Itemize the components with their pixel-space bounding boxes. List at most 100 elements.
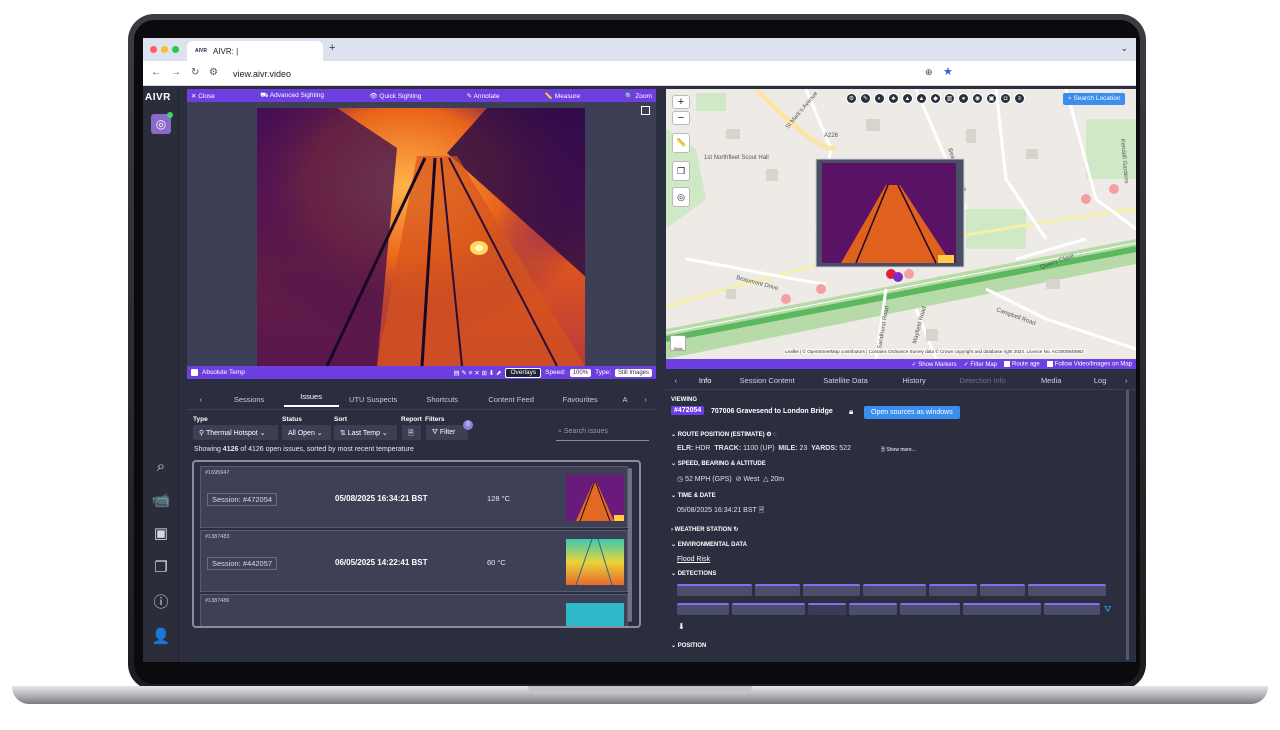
issues-scrollbar[interactable] [628, 468, 632, 622]
detection-chip[interactable] [980, 584, 1025, 596]
map-camera-icon[interactable]: ◘ [1000, 93, 1011, 104]
map-alert-icon[interactable]: ▲ [916, 93, 927, 104]
advanced-sighting-button[interactable]: ⛟ Advanced Sighting [260, 91, 324, 100]
filter-button[interactable]: ⛛ Filter [426, 425, 468, 440]
tab-shortcuts[interactable]: Shortcuts [408, 395, 477, 404]
zoom-icon[interactable]: ⊕ [925, 67, 933, 78]
maximize-window-dot[interactable] [172, 46, 179, 53]
detection-chip[interactable] [1028, 584, 1106, 596]
detection-chip[interactable] [900, 603, 960, 615]
issue-thumbnail[interactable] [566, 475, 624, 521]
speed-select[interactable]: 100% [569, 368, 592, 377]
overlays-button[interactable]: Overlays [505, 367, 542, 378]
tab-menu-button[interactable]: ⌄ [1120, 43, 1128, 54]
tab-media[interactable]: Media [1019, 376, 1084, 385]
issue-session[interactable]: Session: #472054 [207, 493, 278, 506]
issue-session[interactable]: Session: #442057 [207, 557, 278, 570]
environment-heading[interactable]: ⌄ ENVIRONMENTAL DATA [671, 541, 747, 548]
tab-issues[interactable]: Issues [283, 392, 339, 407]
quick-sighting-button[interactable]: 👁 Quick Sighting [369, 92, 421, 100]
detection-chip[interactable] [929, 584, 977, 596]
zoom-button[interactable]: 🔍 Zoom [625, 92, 652, 100]
issue-card[interactable]: #1695947 Session: #472054 05/08/2025 16:… [200, 466, 628, 528]
tab-more[interactable]: A [615, 395, 636, 404]
show-markers-toggle[interactable]: ✓ Show Markers [912, 361, 957, 368]
issue-card[interactable]: #1387483 Session: #442057 06/05/2025 14:… [200, 530, 628, 592]
search-icon[interactable]: ⌕ [151, 457, 171, 477]
map-bulb-icon[interactable]: ◐ [874, 93, 885, 104]
site-settings-icon[interactable]: ⚙ [209, 67, 218, 78]
detection-chip[interactable] [863, 584, 926, 596]
map[interactable]: St Mark's Avenue A226 Beaumont Drive Qua… [666, 89, 1136, 359]
bookmark-star-icon[interactable]: ★ [943, 65, 953, 78]
type-select[interactable]: Still Images [614, 368, 652, 377]
detection-chip[interactable] [755, 584, 800, 596]
user-icon[interactable]: 👤 [151, 627, 171, 647]
new-tab-button[interactable]: + [329, 42, 335, 54]
lock-icon[interactable]: 🔒︎ [849, 407, 853, 417]
camera-icon[interactable]: 📹 [151, 491, 171, 511]
map-bridge-icon[interactable]: ▥ [944, 93, 955, 104]
session-tag[interactable]: #472054 [671, 406, 705, 415]
detections-heading[interactable]: ⌄ DETECTIONS [671, 570, 716, 577]
type-filter-select[interactable]: ⚲ Thermal Hotspot ⌄ [193, 425, 278, 440]
tab-detection-info[interactable]: Detection Info [947, 376, 1019, 385]
layers-icon[interactable]: ❐ [672, 161, 690, 181]
osm-badge[interactable]: Stats [670, 335, 686, 351]
filter-map-toggle[interactable]: ✓ Filter Map [964, 361, 997, 368]
weather-heading[interactable]: › WEATHER STATION ↻ [671, 526, 738, 533]
map-filter-icon[interactable]: ⚙ [846, 93, 857, 104]
route-age-toggle[interactable]: Route age [1004, 360, 1040, 367]
issues-list[interactable]: #1695947 Session: #472054 05/08/2025 16:… [192, 460, 641, 628]
images-icon[interactable]: ▣ [151, 524, 171, 544]
zoom-in-button[interactable]: + [672, 95, 690, 109]
map-list-icon[interactable]: ≡ [1014, 93, 1025, 104]
video-frame[interactable] [187, 102, 656, 366]
right-tabs-prev[interactable]: ‹ [666, 376, 686, 385]
map-station-icon[interactable]: ▣ [986, 93, 997, 104]
tab-info[interactable]: Info [686, 376, 725, 385]
detection-chip[interactable] [808, 603, 846, 615]
frame-tools-icons[interactable]: ▤ ✎ ≡ ✕ ⊞ ⬇ ⬈ [453, 369, 501, 377]
position-heading[interactable]: ⌄ POSITION [671, 642, 706, 649]
search-issues-input[interactable]: ⌕ Search issues [556, 428, 649, 441]
tab-sessions[interactable]: Sessions [215, 395, 284, 404]
ruler-icon[interactable]: 📏 [672, 133, 690, 153]
detection-chip[interactable] [732, 603, 805, 615]
open-sources-button[interactable]: Open sources as windows [864, 406, 960, 419]
map-pin-icon[interactable]: ◉ [972, 93, 983, 104]
detection-chip[interactable] [677, 603, 729, 615]
report-button[interactable]: 🗎 [402, 425, 421, 440]
annotate-button[interactable]: ✎ Annotate [467, 92, 500, 100]
right-tabs-next[interactable]: › [1116, 376, 1136, 385]
thermal-image[interactable] [257, 108, 585, 366]
time-heading[interactable]: ⌄ TIME & DATE [671, 492, 716, 499]
show-more-link[interactable]: 🗎 Show more... [881, 447, 916, 455]
issue-card[interactable]: #1387486 [200, 594, 628, 628]
tab-satellite-data[interactable]: Satellite Data [810, 376, 882, 385]
layer-toggle-icon[interactable]: ◎ [151, 112, 173, 134]
detection-chip[interactable] [963, 603, 1041, 615]
url-field[interactable]: view.aivr.video [227, 65, 977, 82]
detection-chip[interactable] [803, 584, 860, 596]
tab-history[interactable]: History [881, 376, 946, 385]
minimize-window-dot[interactable] [161, 46, 168, 53]
close-button[interactable]: ✕ Close [191, 92, 215, 100]
help-icon[interactable]: ⓘ [151, 593, 171, 613]
status-filter-select[interactable]: All Open ⌄ [282, 425, 331, 440]
browser-tab[interactable]: AIVR AIVR: | [187, 41, 323, 61]
tab-content-feed[interactable]: Content Feed [477, 395, 546, 404]
map-warning-icon[interactable]: ▲ [902, 93, 913, 104]
map-signal-icon[interactable]: ◆ [930, 93, 941, 104]
download-icon[interactable]: ⬇ [678, 622, 685, 631]
map-marker-icon[interactable]: ● [958, 93, 969, 104]
tab-session-content[interactable]: Session Content [725, 376, 810, 385]
speed-heading[interactable]: ⌄ SPEED, BEARING & ALTITUDE [671, 460, 766, 467]
layers-icon[interactable]: ❐ [151, 558, 171, 578]
flood-risk-link[interactable]: Flood Risk [677, 556, 710, 563]
issue-thumbnail[interactable] [566, 603, 624, 628]
issue-thumbnail[interactable] [566, 539, 624, 585]
back-icon[interactable]: ← [151, 67, 161, 78]
reload-icon[interactable]: ↻ [191, 67, 199, 78]
absolute-temp-checkbox[interactable] [191, 369, 198, 376]
